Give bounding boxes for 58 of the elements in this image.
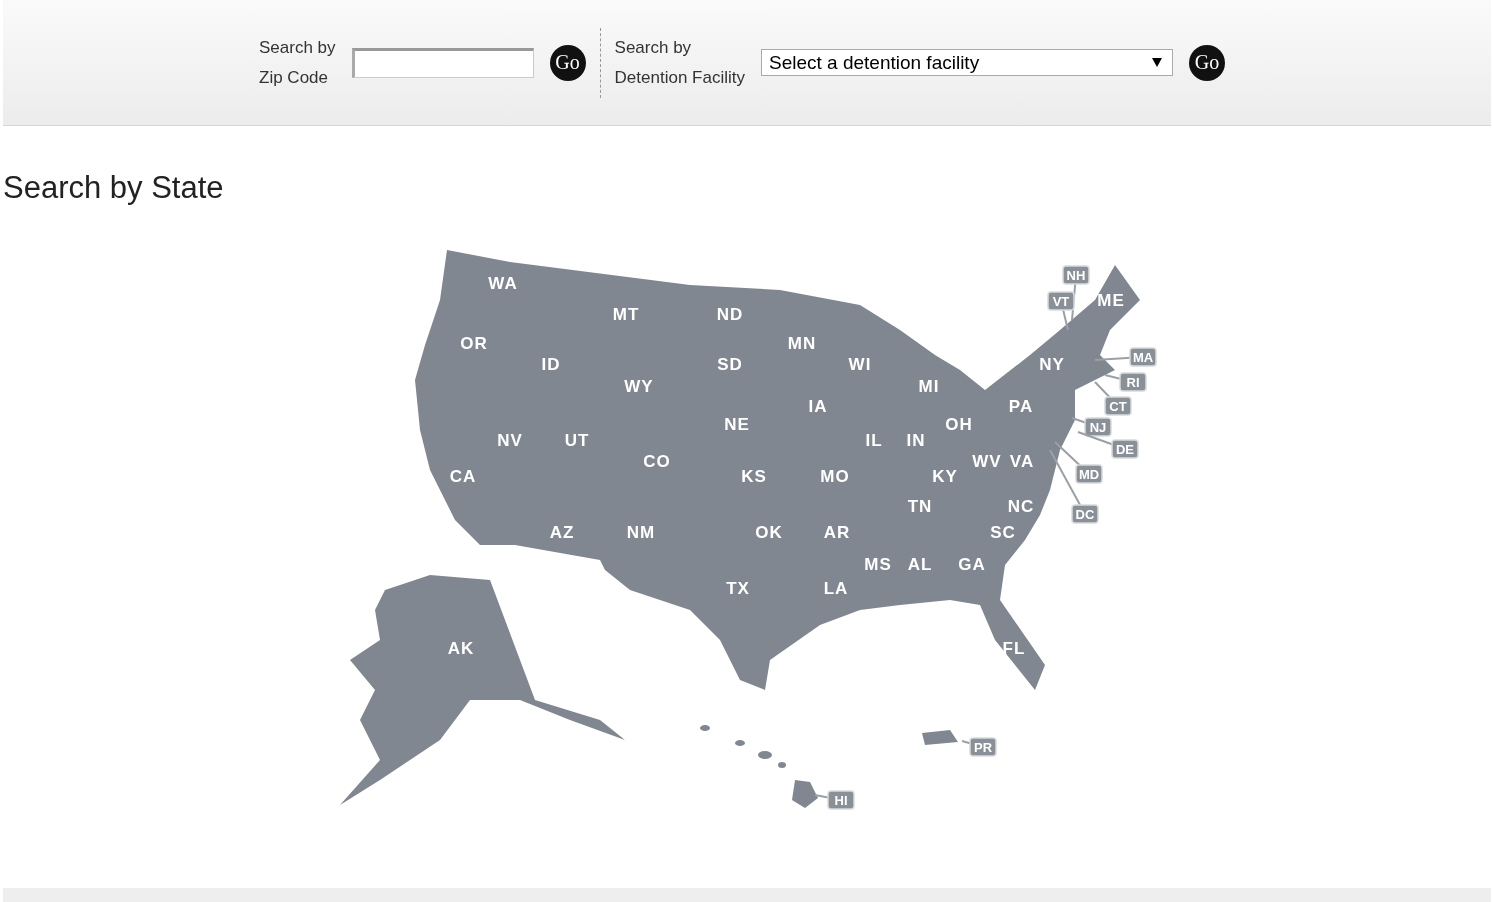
- state-tag[interactable]: HI: [827, 790, 855, 810]
- facility-label: Search by Detention Facility: [614, 36, 745, 89]
- state-label[interactable]: NE: [724, 415, 750, 434]
- go-button[interactable]: Go: [549, 44, 586, 81]
- state-tag[interactable]: CT: [1104, 396, 1132, 416]
- state-label[interactable]: GA: [958, 555, 986, 574]
- state-label[interactable]: SC: [990, 523, 1016, 542]
- state-label[interactable]: WI: [848, 355, 872, 374]
- state-tag[interactable]: RI: [1119, 372, 1147, 392]
- state-tag[interactable]: MD: [1075, 464, 1103, 484]
- state-label[interactable]: FL: [1002, 639, 1026, 658]
- state-tag[interactable]: PR: [969, 737, 997, 757]
- state-label[interactable]: WV: [972, 452, 1002, 471]
- state-label[interactable]: MT: [612, 305, 640, 324]
- state-tag[interactable]: NJ: [1084, 417, 1112, 437]
- zip-label: Search by Zip Code: [259, 36, 336, 89]
- state-label[interactable]: LA: [823, 579, 849, 598]
- state-tag[interactable]: DE: [1111, 439, 1139, 459]
- state-label[interactable]: NM: [626, 523, 656, 542]
- state-label[interactable]: AR: [823, 523, 851, 542]
- state-label[interactable]: MN: [787, 334, 817, 353]
- state-label[interactable]: AK: [447, 639, 475, 658]
- state-label[interactable]: UT: [564, 431, 590, 450]
- state-label[interactable]: OR: [460, 334, 488, 353]
- state-label[interactable]: MS: [864, 555, 892, 574]
- state-label[interactable]: MI: [918, 377, 940, 396]
- state-label[interactable]: ME: [1097, 291, 1125, 310]
- state-label[interactable]: OK: [755, 523, 783, 542]
- state-label[interactable]: AL: [907, 555, 933, 574]
- state-label[interactable]: TX: [726, 579, 750, 598]
- state-label[interactable]: SD: [717, 355, 743, 374]
- state-tag[interactable]: MA: [1129, 347, 1157, 367]
- state-tag[interactable]: NH: [1062, 265, 1090, 285]
- state-label[interactable]: OH: [945, 415, 973, 434]
- section-heading: Search by State: [3, 170, 225, 206]
- state-label[interactable]: IN: [906, 431, 926, 450]
- state-label[interactable]: IA: [808, 397, 828, 416]
- state-label[interactable]: KS: [741, 467, 767, 486]
- state-label[interactable]: WY: [624, 377, 654, 396]
- state-label[interactable]: NY: [1039, 355, 1065, 374]
- state-label[interactable]: NC: [1007, 497, 1035, 516]
- state-label[interactable]: CO: [643, 452, 671, 471]
- state-label[interactable]: VA: [1009, 452, 1035, 471]
- go-button[interactable]: Go: [1188, 44, 1225, 81]
- state-label[interactable]: ID: [541, 355, 561, 374]
- state-label[interactable]: NV: [497, 431, 523, 450]
- state-tag[interactable]: DC: [1071, 504, 1099, 524]
- state-label[interactable]: KY: [932, 467, 958, 486]
- state-label[interactable]: CA: [449, 467, 477, 486]
- state-label[interactable]: TN: [907, 497, 933, 516]
- state-label[interactable]: IL: [865, 431, 883, 450]
- state-label[interactable]: MO: [820, 467, 850, 486]
- facility-select[interactable]: Select a detention facility: [760, 49, 1173, 76]
- state-label[interactable]: WA: [488, 274, 518, 293]
- state-tag[interactable]: VT: [1047, 291, 1075, 311]
- state-label[interactable]: AZ: [549, 523, 575, 542]
- state-label[interactable]: ND: [716, 305, 744, 324]
- state-label[interactable]: PA: [1008, 397, 1034, 416]
